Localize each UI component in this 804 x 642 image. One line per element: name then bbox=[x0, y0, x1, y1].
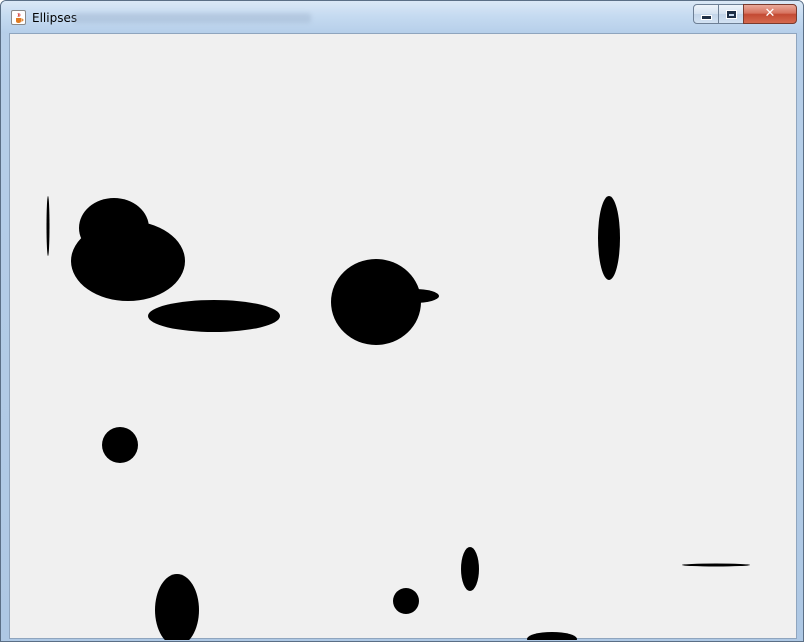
drawing-panel bbox=[9, 33, 797, 640]
close-button[interactable]: ✕ bbox=[743, 4, 797, 24]
ellipse bbox=[393, 588, 419, 614]
maximize-icon bbox=[725, 9, 737, 19]
ellipse bbox=[682, 563, 750, 567]
title-bar[interactable]: Ellipses ✕ bbox=[1, 1, 803, 33]
application-window: Ellipses ✕ bbox=[0, 0, 804, 642]
minimize-button[interactable] bbox=[693, 4, 719, 24]
title-redacted-area bbox=[73, 13, 311, 23]
ellipse bbox=[461, 547, 479, 591]
ellipse bbox=[102, 427, 138, 463]
window-controls: ✕ bbox=[693, 4, 797, 24]
minimize-icon bbox=[700, 14, 712, 20]
ellipse bbox=[46, 196, 50, 256]
ellipse bbox=[598, 196, 620, 280]
close-icon: ✕ bbox=[764, 6, 776, 21]
ellipse bbox=[155, 574, 199, 640]
ellipse bbox=[71, 221, 185, 301]
ellipse bbox=[527, 632, 577, 640]
ellipse-layer bbox=[46, 196, 750, 640]
maximize-button[interactable] bbox=[718, 4, 744, 24]
ellipse bbox=[331, 259, 421, 345]
ellipse bbox=[148, 300, 280, 332]
window-title: Ellipses bbox=[32, 11, 78, 25]
java-cup-icon[interactable] bbox=[11, 10, 26, 25]
ellipses-canvas bbox=[46, 196, 750, 640]
